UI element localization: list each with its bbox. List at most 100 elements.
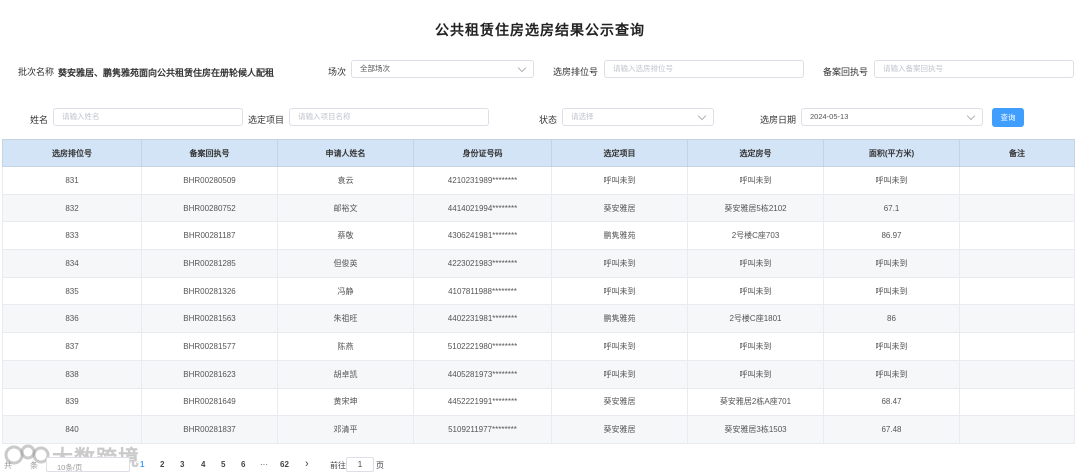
status-select-placeholder: 请选择: [571, 112, 594, 121]
column-header: 备案回执号: [141, 139, 278, 167]
page-1[interactable]: 1: [140, 460, 144, 469]
column-header: 备注: [959, 139, 1075, 167]
table-cell: [959, 249, 1075, 278]
project-input[interactable]: 请输入项目名称: [289, 108, 489, 126]
session-select-value: 全部场次: [360, 64, 390, 73]
pagination: 共 条 10条/页 1 2 3 4 5 6 ··· 62 › 前往 1 页: [0, 457, 400, 473]
name-label: 姓名: [29, 115, 48, 125]
table-cell: 4306241981********: [413, 221, 552, 251]
total-prefix: 共: [4, 461, 12, 470]
rank-label: 选房排位号: [552, 67, 598, 77]
table-cell: 832: [2, 193, 142, 223]
column-header: 身份证号码: [413, 139, 552, 167]
table-cell: 835: [2, 276, 142, 306]
table-cell: BHR00281285: [141, 249, 278, 278]
table-cell: [959, 304, 1075, 334]
table-row: 835 BHR00281326 冯静 4107811988******** 呼叫未到 呼叫…: [2, 276, 1075, 306]
table-cell: 呼叫未到: [551, 166, 688, 195]
next-page-icon[interactable]: ›: [305, 458, 309, 470]
status-select[interactable]: 请选择: [562, 108, 714, 126]
table-cell: BHR00281623: [141, 359, 278, 389]
table-cell: 袁云: [277, 166, 414, 195]
table-cell: 陈燕: [277, 332, 414, 361]
table-cell: 呼叫未到: [823, 249, 960, 278]
goto-label: 前往: [330, 461, 346, 470]
table-cell: 2号楼C座703: [687, 221, 824, 251]
table-cell: 呼叫未到: [687, 166, 824, 195]
table-cell: BHR00281577: [141, 332, 278, 361]
table-cell: [959, 332, 1075, 361]
rank-input[interactable]: 请输入选房排位号: [604, 60, 804, 78]
receipt-label: 备案回执号: [822, 67, 868, 77]
column-header: 选定项目: [551, 139, 688, 167]
table-cell: 呼叫未到: [823, 332, 960, 361]
receipt-input[interactable]: 请输入备案回执号: [874, 60, 1074, 78]
date-select-value: 2024-05-13: [810, 112, 849, 121]
pagination-ellipsis[interactable]: ···: [260, 460, 268, 469]
table-row: 834 BHR00281285 但俊英 4223021983******** 呼叫未到呼…: [2, 249, 1075, 278]
date-select[interactable]: 2024-05-13: [801, 108, 983, 126]
table-cell: 86.97: [823, 221, 960, 251]
table-cell: 邓清平: [277, 415, 414, 444]
table-cell: 833: [2, 221, 142, 251]
page-6[interactable]: 6: [241, 460, 245, 469]
table-cell: 67.48: [823, 415, 960, 444]
table-row: 840 BHR00281837 邓清平 5109211977******** 葵安雅居葵…: [2, 415, 1075, 444]
table-cell: BHR00280752: [141, 193, 278, 223]
table-cell: 4402231981********: [413, 304, 552, 334]
table-cell: BHR00281326: [141, 276, 278, 306]
query-button[interactable]: 查询: [992, 108, 1024, 127]
table-row: 839 BHR00281649 黄宋坤 4452221991******** 葵安雅居葵…: [2, 387, 1075, 417]
page-size-select[interactable]: 10条/页: [46, 457, 130, 472]
table-cell: [959, 387, 1075, 417]
page-size-value: 10条/页: [57, 463, 83, 472]
table-cell: 呼叫未到: [823, 359, 960, 389]
table-cell: 呼叫未到: [823, 166, 960, 195]
table-cell: 呼叫未到: [551, 249, 688, 278]
table-cell: 837: [2, 332, 142, 361]
session-label: 场次: [327, 67, 346, 77]
chevron-down-icon: [697, 111, 707, 121]
batch-value: 葵安雅居、鹏隽雅苑面向公共租赁住房在册轮候人配租: [58, 68, 275, 78]
table-cell: 鹏隽雅苑: [551, 221, 688, 251]
table-cell: 836: [2, 304, 142, 334]
table-cell: 呼叫未到: [687, 276, 824, 306]
page-2[interactable]: 2: [160, 460, 164, 469]
results-table: 选房排位号 备案回执号 申请人姓名 身份证号码 选定项目 选定房号 面积(平方米…: [2, 139, 1075, 444]
table-cell: 834: [2, 249, 142, 278]
column-header: 选房排位号: [2, 139, 142, 167]
page-title: 公共租赁住房选房结果公示查询: [435, 22, 645, 38]
table-cell: BHR00281837: [141, 415, 278, 444]
table-cell: 呼叫未到: [687, 332, 824, 361]
table-row: 837 BHR00281577 陈燕 5102221980******** 呼叫未到 呼叫…: [2, 332, 1075, 361]
page-last[interactable]: 62: [280, 460, 289, 469]
table-cell: 呼叫未到: [687, 249, 824, 278]
table-cell: [959, 166, 1075, 195]
table-cell: 蔡敬: [277, 221, 414, 251]
table-row: 833 BHR00281187 蔡敬 4306241981******** 鹏隽雅苑 2号…: [2, 221, 1075, 251]
table-cell: 鹏隽雅苑: [551, 304, 688, 334]
name-input[interactable]: 请输入姓名: [53, 108, 243, 126]
page-5[interactable]: 5: [221, 460, 225, 469]
page-4[interactable]: 4: [201, 460, 205, 469]
table-cell: 朱祖旺: [277, 304, 414, 334]
table-cell: 2号楼C座1801: [687, 304, 824, 334]
session-select[interactable]: 全部场次: [351, 60, 534, 78]
chevron-down-icon: [517, 63, 527, 73]
table-cell: 呼叫未到: [551, 359, 688, 389]
total-suffix: 条: [30, 461, 38, 470]
table-cell: 831: [2, 166, 142, 195]
table-cell: 67.1: [823, 193, 960, 223]
table-cell: 838: [2, 359, 142, 389]
table-header-row: 选房排位号 备案回执号 申请人姓名 身份证号码 选定项目 选定房号 面积(平方米…: [2, 139, 1075, 167]
goto-page-input[interactable]: 1: [346, 457, 374, 472]
page-3[interactable]: 3: [180, 460, 184, 469]
table-cell: 黄宋坤: [277, 387, 414, 417]
table-cell: [959, 276, 1075, 306]
table-cell: 4210231989********: [413, 166, 552, 195]
table-row: 836 BHR00281563 朱祖旺 4402231981******** 鹏隽雅苑 2…: [2, 304, 1075, 334]
goto-suffix: 页: [376, 461, 384, 470]
table-cell: [959, 193, 1075, 223]
table-cell: 839: [2, 387, 142, 417]
table-cell: 胡卓凯: [277, 359, 414, 389]
